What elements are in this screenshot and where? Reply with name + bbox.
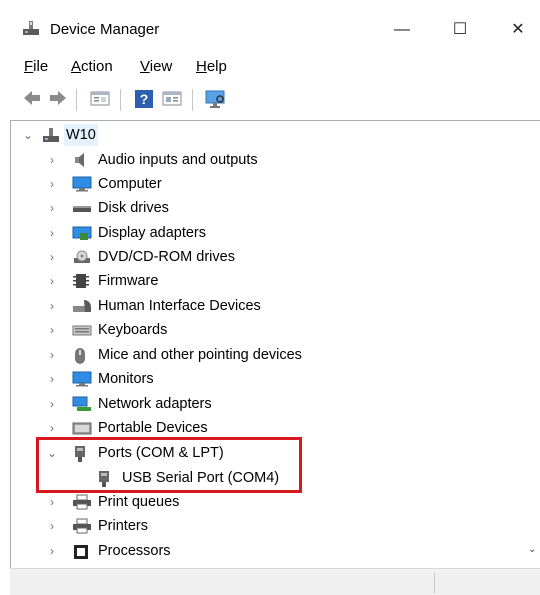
help-icon[interactable]: ?: [134, 89, 154, 109]
chevron-right-icon[interactable]: ›: [46, 491, 58, 513]
chevron-right-icon[interactable]: ›: [46, 344, 58, 366]
tree-category-row[interactable]: › DVD/CD-ROM drives: [0, 246, 520, 268]
tree-item-label: Mice and other pointing devices: [98, 347, 302, 363]
firmware-icon: [72, 273, 90, 289]
tree-item-label: Keyboards: [98, 322, 168, 338]
chevron-right-icon[interactable]: ›: [46, 295, 58, 317]
mouse-icon: [72, 347, 90, 364]
speaker-icon: [72, 152, 90, 168]
menu-help[interactable]: Help: [196, 58, 227, 75]
tree-item-label: Printers: [98, 518, 148, 534]
tree-category-row[interactable]: › Portable Devices: [0, 417, 520, 439]
printer-icon: [72, 494, 91, 510]
tree-category-row[interactable]: › Disk drives: [0, 197, 520, 219]
keyboard-icon: [72, 322, 92, 338]
svg-text:?: ?: [140, 91, 149, 107]
tree-item-label: Display adapters: [98, 225, 206, 241]
tree-category-row[interactable]: › Computer: [0, 173, 520, 195]
tree-category-row[interactable]: › Printers: [0, 515, 520, 537]
update-driver-icon[interactable]: [162, 89, 182, 109]
computer-icon: [72, 176, 92, 192]
window-title: Device Manager: [50, 21, 160, 38]
tree-item-label: Processors: [98, 543, 171, 559]
tree-root-label: W10: [64, 124, 98, 146]
chevron-right-icon[interactable]: ›: [46, 393, 58, 415]
back-arrow-icon[interactable]: [22, 89, 42, 109]
tree-item-label: Disk drives: [98, 200, 169, 216]
chevron-right-icon[interactable]: ›: [46, 246, 58, 268]
tree-item-label: Monitors: [98, 371, 154, 387]
maximize-button[interactable]: ☐: [440, 12, 480, 48]
tree-category-row[interactable]: › Print queues: [0, 491, 520, 513]
highlight-annotation: [36, 437, 302, 493]
chevron-right-icon[interactable]: ›: [46, 540, 58, 562]
menu-file[interactable]: File: [24, 58, 48, 75]
tree-item-label: Firmware: [98, 273, 159, 289]
tree-root-row[interactable]: ⌄ W10: [22, 124, 222, 146]
scan-hardware-icon[interactable]: [205, 89, 227, 109]
tree-item-label: Network adapters: [98, 396, 212, 412]
disk-drive-icon: [72, 200, 91, 216]
chevron-right-icon[interactable]: ›: [46, 197, 58, 219]
scroll-down-icon[interactable]: ⌄: [528, 544, 538, 558]
tree-category-row[interactable]: › Mice and other pointing devices: [0, 344, 520, 366]
display-adapter-icon: [72, 225, 92, 241]
toolbar-separator: [192, 89, 193, 111]
chevron-right-icon[interactable]: ›: [46, 368, 58, 390]
toolbar-separator: [76, 89, 77, 111]
tree-item-label: Portable Devices: [98, 420, 208, 436]
chevron-right-icon[interactable]: ›: [46, 149, 58, 171]
status-bar: [10, 568, 540, 595]
device-manager-icon: [22, 20, 40, 41]
chevron-down-icon[interactable]: ⌄: [22, 124, 34, 146]
chevron-right-icon[interactable]: ›: [46, 417, 58, 439]
chevron-right-icon[interactable]: ›: [46, 222, 58, 244]
tree-category-row[interactable]: › Keyboards: [0, 319, 520, 341]
tree-category-row[interactable]: › Human Interface Devices: [0, 295, 520, 317]
monitor-icon: [72, 371, 92, 387]
tree-item-label: Human Interface Devices: [98, 298, 261, 314]
printer-icon: [72, 518, 91, 534]
toolbar-separator: [120, 89, 121, 111]
tree-category-row[interactable]: › Monitors: [0, 368, 520, 390]
toolbar: ?: [0, 82, 540, 116]
tree-item-label: Audio inputs and outputs: [98, 152, 258, 168]
tree-item-label: DVD/CD-ROM drives: [98, 249, 235, 265]
network-adapter-icon: [72, 396, 91, 412]
tree-category-row[interactable]: › Firmware: [0, 270, 520, 292]
minimize-button[interactable]: —: [382, 12, 422, 48]
status-separator: [434, 573, 435, 593]
chevron-right-icon[interactable]: ›: [46, 270, 58, 292]
properties-icon[interactable]: [90, 89, 110, 109]
dvd-drive-icon: [72, 249, 90, 265]
hid-icon: [72, 298, 91, 314]
portable-device-icon: [72, 420, 92, 436]
tree-item-label: Computer: [98, 176, 162, 192]
processor-icon: [72, 543, 90, 559]
chevron-right-icon[interactable]: ›: [46, 173, 58, 195]
tree-category-row[interactable]: › Network adapters: [0, 393, 520, 415]
forward-arrow-icon[interactable]: [48, 89, 68, 109]
tree-category-row[interactable]: › Audio inputs and outputs: [0, 149, 520, 171]
chevron-right-icon[interactable]: ›: [46, 515, 58, 537]
title-bar: Device Manager — ☐ ✕: [0, 0, 540, 50]
tree-item-label: Print queues: [98, 494, 180, 510]
menu-action[interactable]: Action: [71, 58, 113, 75]
computer-tree-icon: [42, 127, 60, 143]
chevron-right-icon[interactable]: ›: [46, 319, 58, 341]
tree-category-row[interactable]: › Display adapters: [0, 222, 520, 244]
menu-bar: File Action View Help: [0, 54, 540, 80]
tree-category-row[interactable]: › Processors: [0, 540, 520, 562]
close-button[interactable]: ✕: [498, 12, 538, 48]
menu-view[interactable]: View: [140, 58, 172, 75]
